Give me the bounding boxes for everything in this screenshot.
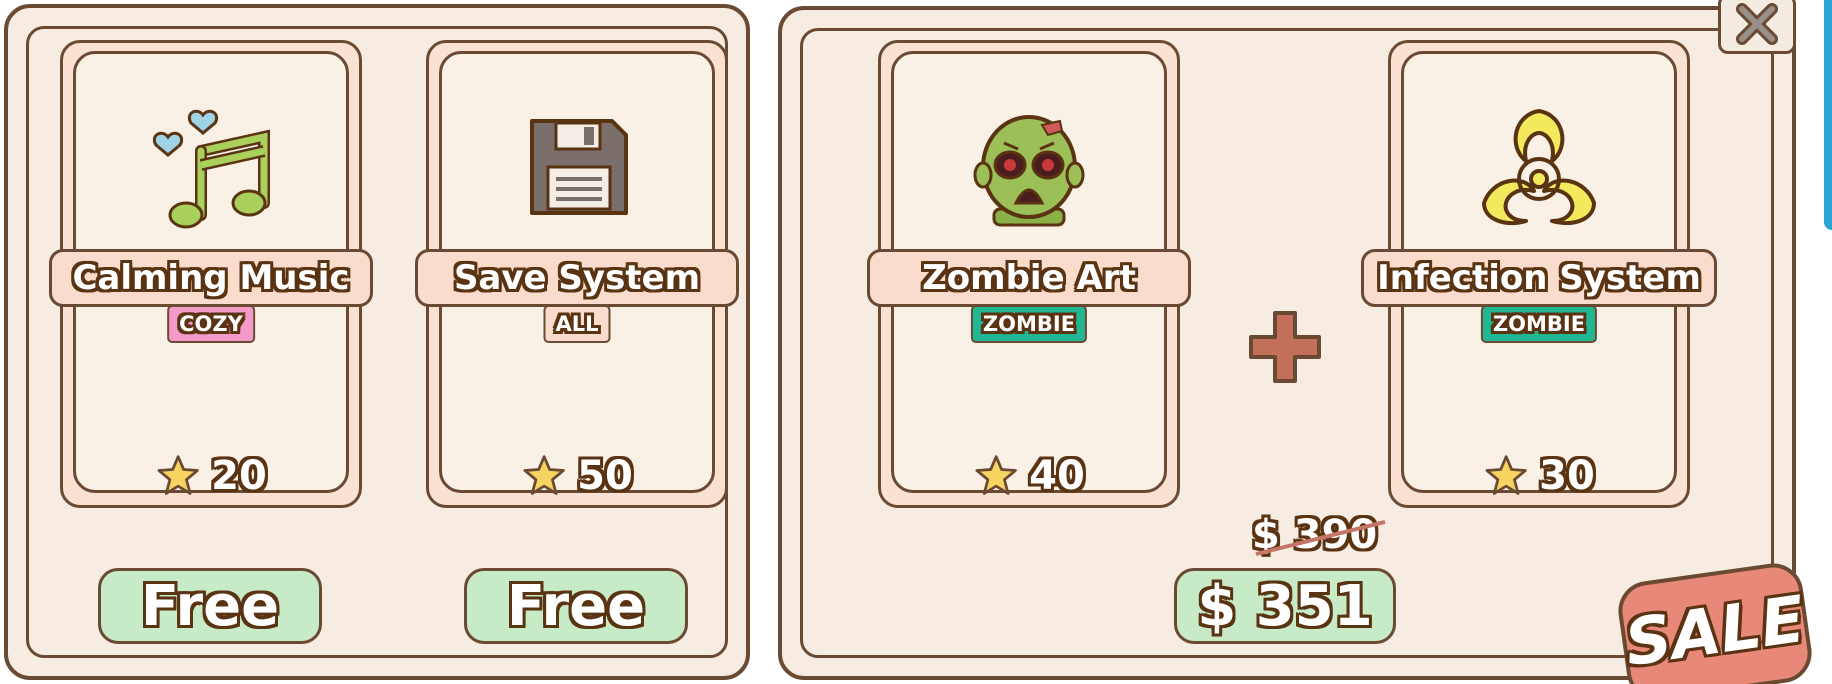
card-title: Save System [453, 258, 701, 298]
edge-scroll-accent [1824, 0, 1832, 230]
genre-tag: ALL [543, 305, 611, 343]
card-calming-music[interactable]: Calming Music COZY 20 [49, 40, 373, 508]
button-label: Free [140, 573, 280, 639]
card-title-banner: Save System [415, 249, 739, 307]
card-title: Zombie Art [922, 258, 1136, 298]
button-label: Free [506, 573, 646, 639]
free-button-calming-music[interactable]: Free [98, 568, 322, 644]
zombie-head-icon [964, 103, 1094, 233]
close-icon [1736, 3, 1778, 45]
card-infection-system[interactable]: Infection System ZOMBIE 30 [1361, 40, 1717, 508]
music-notes-hearts-icon [146, 103, 276, 233]
star-icon [157, 455, 199, 495]
floppy-disk-icon [512, 103, 642, 233]
card-title: Infection System [1377, 258, 1701, 298]
card-title: Calming Music [72, 258, 350, 298]
card-zombie-art[interactable]: Zombie Art ZOMBIE 40 [867, 40, 1191, 508]
card-title-banner: Infection System [1361, 249, 1717, 307]
close-button[interactable] [1718, 0, 1796, 54]
card-save-system[interactable]: Save System ALL 50 [415, 40, 739, 508]
star-cost: 20 [155, 453, 267, 499]
plus-icon [1245, 307, 1325, 387]
genre-tag: COZY [167, 305, 255, 343]
sale-label: SALE [1620, 582, 1810, 682]
button-label: $ 351 [1197, 573, 1373, 639]
buy-bundle-button[interactable]: $ 351 [1174, 568, 1396, 644]
free-button-save-system[interactable]: Free [464, 568, 688, 644]
star-value: 30 [1539, 453, 1595, 499]
star-cost: 40 [973, 453, 1085, 499]
original-price: $ 390 [1252, 512, 1386, 558]
star-icon [975, 455, 1017, 495]
star-cost: 30 [1483, 453, 1595, 499]
star-icon [523, 455, 565, 495]
star-cost: 50 [521, 453, 633, 499]
star-icon [1485, 455, 1527, 495]
biohazard-icon [1474, 103, 1604, 233]
star-value: 40 [1029, 453, 1085, 499]
genre-tag: ZOMBIE [970, 305, 1088, 343]
star-value: 20 [211, 453, 267, 499]
genre-tag: ZOMBIE [1480, 305, 1598, 343]
card-title-banner: Zombie Art [867, 249, 1191, 307]
card-title-banner: Calming Music [49, 249, 373, 307]
star-value: 50 [577, 453, 633, 499]
